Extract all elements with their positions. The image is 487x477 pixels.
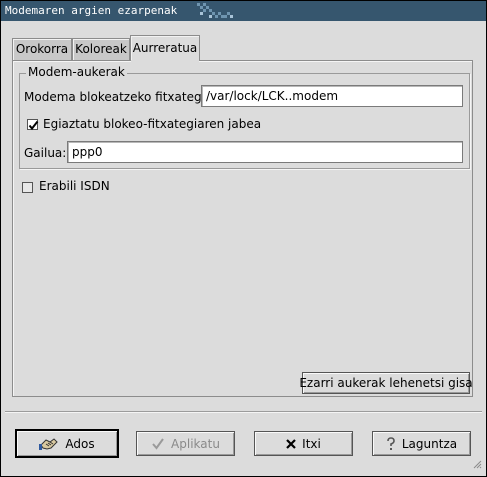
tab-join xyxy=(131,60,199,62)
modem-options-frame-title: Modem-aukerak xyxy=(26,65,127,79)
help-button[interactable]: Laguntza xyxy=(372,431,471,456)
checkmark-icon xyxy=(28,120,39,131)
tab-label: Koloreak xyxy=(75,42,127,56)
help-label: Laguntza xyxy=(401,436,458,451)
device-input[interactable]: ppp0 xyxy=(67,141,463,163)
preferences-window: Modemaren argien ezarpenak Orokorra Kolo… xyxy=(0,0,487,477)
tab-aurreratua[interactable]: Aurreratua xyxy=(130,35,200,61)
lockfile-label: Modema blokeatzeko fitxategia: xyxy=(24,90,217,104)
lockfile-input[interactable]: /var/lock/LCK..modem xyxy=(201,85,463,107)
x-icon xyxy=(286,438,296,449)
window-title: Modemaren argien ezarpenak xyxy=(5,4,178,17)
isdn-checkbox[interactable] xyxy=(22,182,33,193)
handshake-icon xyxy=(39,436,59,452)
resize-grip-icon[interactable] xyxy=(472,458,482,472)
close-label: Itxi xyxy=(302,436,321,451)
ok-button[interactable]: Ados xyxy=(15,429,119,458)
ok-label: Ados xyxy=(65,436,95,451)
checkmark-icon xyxy=(151,437,165,451)
titlebar-pattern-icon xyxy=(197,3,237,22)
tab-label: Orokorra xyxy=(15,42,69,56)
tab-label: Aurreratua xyxy=(132,41,198,55)
isdn-label: Erabili ISDN xyxy=(39,179,110,193)
apply-label: Aplikatu xyxy=(171,436,220,451)
question-icon xyxy=(386,436,396,451)
verify-owner-label: Egiaztatu blokeo-fitxategiaren jabea xyxy=(43,117,262,131)
close-button[interactable]: Itxi xyxy=(254,431,353,456)
tab-koloreak[interactable]: Koloreak xyxy=(72,38,130,60)
reset-defaults-label: Ezarri aukerak lehenetsi gisa xyxy=(299,376,473,390)
title-bar[interactable]: Modemaren argien ezarpenak xyxy=(1,1,486,21)
separator xyxy=(5,411,482,413)
device-label: Gailua: xyxy=(24,146,67,160)
verify-owner-checkbox[interactable] xyxy=(27,119,39,131)
apply-button[interactable]: Aplikatu xyxy=(136,431,235,456)
reset-defaults-button[interactable]: Ezarri aukerak lehenetsi gisa xyxy=(299,372,473,394)
tab-orokorra[interactable]: Orokorra xyxy=(12,38,72,60)
